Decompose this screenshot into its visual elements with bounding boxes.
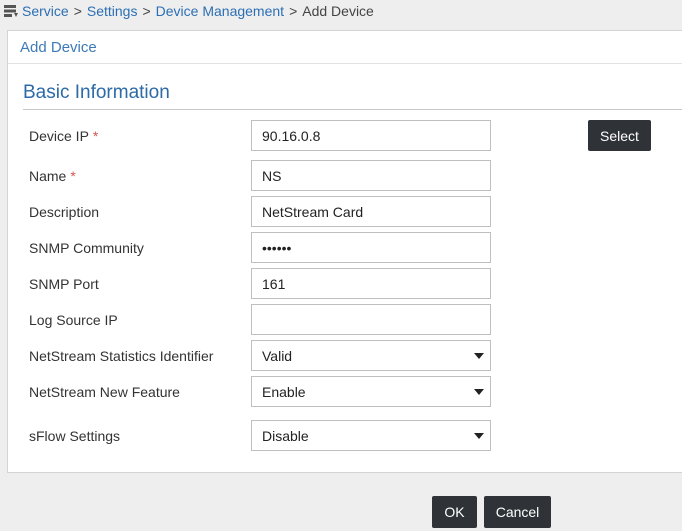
- required-marker: *: [92, 128, 99, 144]
- section-divider: [23, 109, 682, 110]
- breadcrumb-service-link[interactable]: Service: [22, 3, 69, 19]
- add-device-panel: Add Device Basic Information Device IP * …: [7, 30, 682, 473]
- select-value: Valid: [262, 348, 293, 364]
- netstream-new-feature-label: NetStream New Feature: [29, 384, 180, 400]
- netstream-stats-id-select[interactable]: Valid: [251, 340, 491, 371]
- breadcrumb-separator: >: [73, 3, 82, 19]
- name-label: Name *: [29, 168, 76, 184]
- breadcrumb-device-management-link[interactable]: Device Management: [156, 3, 284, 19]
- section-title: Basic Information: [23, 82, 170, 103]
- device-ip-input[interactable]: [251, 120, 491, 151]
- log-source-ip-input[interactable]: [251, 304, 491, 335]
- log-source-ip-label: Log Source IP: [29, 312, 118, 328]
- snmp-community-input[interactable]: [251, 232, 491, 263]
- ok-button[interactable]: OK: [432, 496, 477, 528]
- netstream-new-feature-select[interactable]: Enable: [251, 376, 491, 407]
- chevron-down-icon: [474, 389, 484, 395]
- breadcrumb-settings-link[interactable]: Settings: [87, 3, 138, 19]
- sflow-settings-select[interactable]: Disable: [251, 420, 491, 451]
- sflow-settings-label: sFlow Settings: [29, 428, 121, 444]
- snmp-port-input[interactable]: [251, 268, 491, 299]
- netstream-stats-id-label: NetStream Statistics Identifier: [29, 348, 214, 364]
- breadcrumb-separator: >: [142, 3, 151, 19]
- description-label: Description: [29, 204, 100, 220]
- select-button[interactable]: Select: [588, 120, 651, 151]
- snmp-port-label: SNMP Port: [29, 276, 99, 292]
- panel-title: Add Device: [8, 31, 682, 64]
- device-ip-label: Device IP *: [29, 128, 98, 144]
- required-marker: *: [70, 168, 76, 184]
- name-label-text: Name: [29, 168, 67, 184]
- breadcrumb-separator: >: [289, 3, 298, 19]
- cancel-button[interactable]: Cancel: [484, 496, 551, 528]
- breadcrumb-current: Add Device: [302, 3, 374, 19]
- select-value: Enable: [262, 384, 306, 400]
- chevron-down-icon: [474, 353, 484, 359]
- device-ip-label-text: Device IP: [29, 128, 89, 144]
- description-input[interactable]: [251, 196, 491, 227]
- name-input[interactable]: [251, 160, 491, 191]
- service-menu-icon: [3, 4, 19, 18]
- snmp-community-label: SNMP Community: [29, 240, 144, 256]
- chevron-down-icon: [474, 433, 484, 439]
- select-value: Disable: [262, 428, 309, 444]
- breadcrumb: Service > Settings > Device Management >…: [0, 0, 682, 22]
